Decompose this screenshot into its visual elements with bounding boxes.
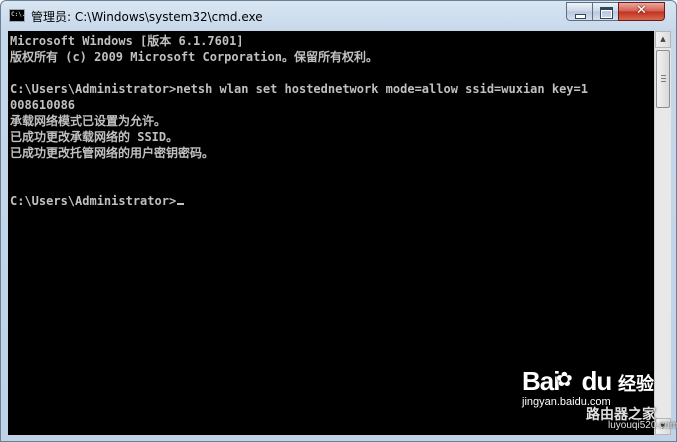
arrow-up-icon: ▲ [660,35,666,43]
baidu-brand: 经验 [618,374,654,395]
minimize-icon [575,14,586,19]
console-line: 已成功更改承载网络的 SSID。 [10,130,179,144]
close-icon: ✕ [636,3,647,18]
cmd-icon-text: C:\. [11,11,26,18]
window-title: 管理员: C:\Windows\system32\cmd.exe [31,10,263,24]
minimize-button[interactable] [566,2,593,21]
cmd-icon[interactable]: C:\. [9,9,25,22]
text-cursor [177,203,185,205]
console-line: Microsoft Windows [版本 6.1.7601] [10,34,244,48]
scroll-up-button[interactable]: ▲ [655,31,671,48]
grip-line [661,78,666,79]
baidu-watermark: Bai du ✿ 经验 jingyan.baidu.com 路由器之家 luyou… [520,366,677,436]
grip-line [661,75,666,76]
console-prompt: C:\Users\Administrator> [10,194,177,208]
maximize-icon [600,7,613,19]
console-output: Microsoft Windows [版本 6.1.7601] 版权所有 (c)… [10,33,588,209]
paw-icon: ✿ [556,367,573,391]
site-url: luyouqi520.com [608,420,677,431]
console-line: 版权所有 (c) 2009 Microsoft Corporation。保留所有… [10,50,378,64]
grip-line [661,81,666,82]
close-button[interactable]: ✕ [618,2,665,21]
console-line: 已成功更改托管网络的用户密钥密码。 [10,146,215,160]
console-line: C:\Users\Administrator>netsh wlan set ho… [10,82,588,96]
console-line: 承载网络模式已设置为允许。 [10,114,167,128]
maximize-button[interactable] [592,2,619,21]
title-bar[interactable]: C:\. 管理员: C:\Windows\system32\cmd.exe ✕ [1,1,676,31]
scroll-thumb[interactable] [656,50,670,108]
console-line: 008610086 [10,98,76,112]
